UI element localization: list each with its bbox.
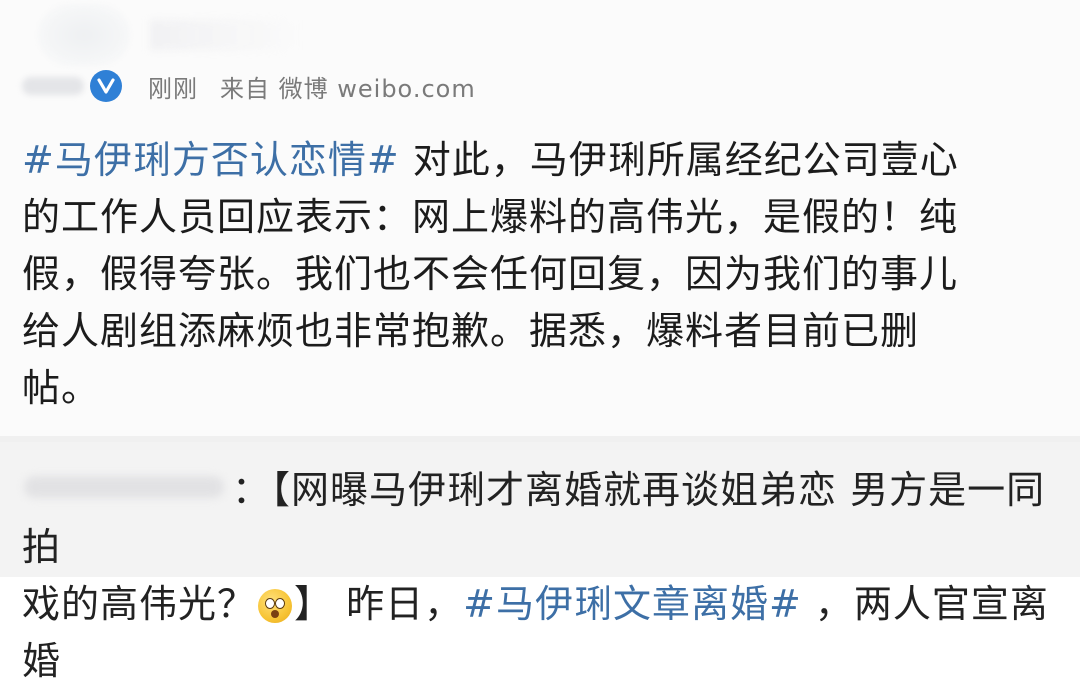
verified-v-icon — [90, 70, 122, 102]
post-time: 刚刚 — [148, 74, 198, 103]
blurred-username[interactable] — [22, 77, 84, 95]
post-body: #马伊琍方否认恋情# 对此，马伊琍所属经纪公司壹心 的工作人员回应表示：网上爆料… — [22, 132, 1042, 417]
post-meta: 刚刚 来自 微博 weibo.com — [22, 66, 476, 106]
post-line-4: 给人剧组添麻烦也非常抱歉。据悉，爆料者目前已删 — [22, 309, 920, 353]
repost-line-1: ：【网曝马伊琍才离婚就再谈姐弟恋 男方是一同拍 — [22, 462, 1072, 576]
post-line-5: 帖。 — [22, 366, 101, 410]
repost-hashtag-link[interactable]: #马伊琍文章离婚# — [463, 582, 802, 626]
avatar-shadow — [150, 20, 300, 50]
repost-text: 】 昨日， — [294, 582, 464, 626]
surprised-face-emoji-icon — [258, 589, 293, 623]
weibo-post-screenshot: 刚刚 来自 微博 weibo.com #马伊琍方否认恋情# 对此，马伊琍所属经纪… — [0, 0, 1080, 683]
post-line-3: 假，假得夸张。我们也不会任何回复，因为我们的事儿 — [22, 252, 959, 296]
repost-card[interactable]: ：【网曝马伊琍才离婚就再谈姐弟恋 男方是一同拍 戏的高伟光？ 】 昨日，#马伊琍文… — [0, 442, 1080, 683]
repost-line-2: 戏的高伟光？】 昨日，#马伊琍文章离婚# ，两人官宣离婚 — [22, 576, 1072, 690]
post-line-2: 的工作人员回应表示：网上爆料的高伟光，是假的！纯 — [22, 195, 959, 239]
post-text: 对此，马伊琍所属经纪公司壹心 — [399, 138, 959, 182]
post-line-1: #马伊琍方否认恋情# 对此，马伊琍所属经纪公司壹心 — [22, 132, 1042, 189]
post-source[interactable]: 来自 微博 weibo.com — [220, 69, 476, 104]
repost-body: ：【网曝马伊琍才离婚就再谈姐弟恋 男方是一同拍 戏的高伟光？ 】 昨日，#马伊琍文… — [22, 462, 1072, 690]
repost-text: 戏的高伟光？ — [22, 582, 257, 626]
repost-text: ：【网曝马伊琍才离婚就再谈姐弟恋 男方是一同拍 — [22, 468, 1046, 569]
avatar[interactable] — [38, 4, 130, 66]
hashtag-link[interactable]: #马伊琍方否认恋情# — [22, 138, 400, 182]
